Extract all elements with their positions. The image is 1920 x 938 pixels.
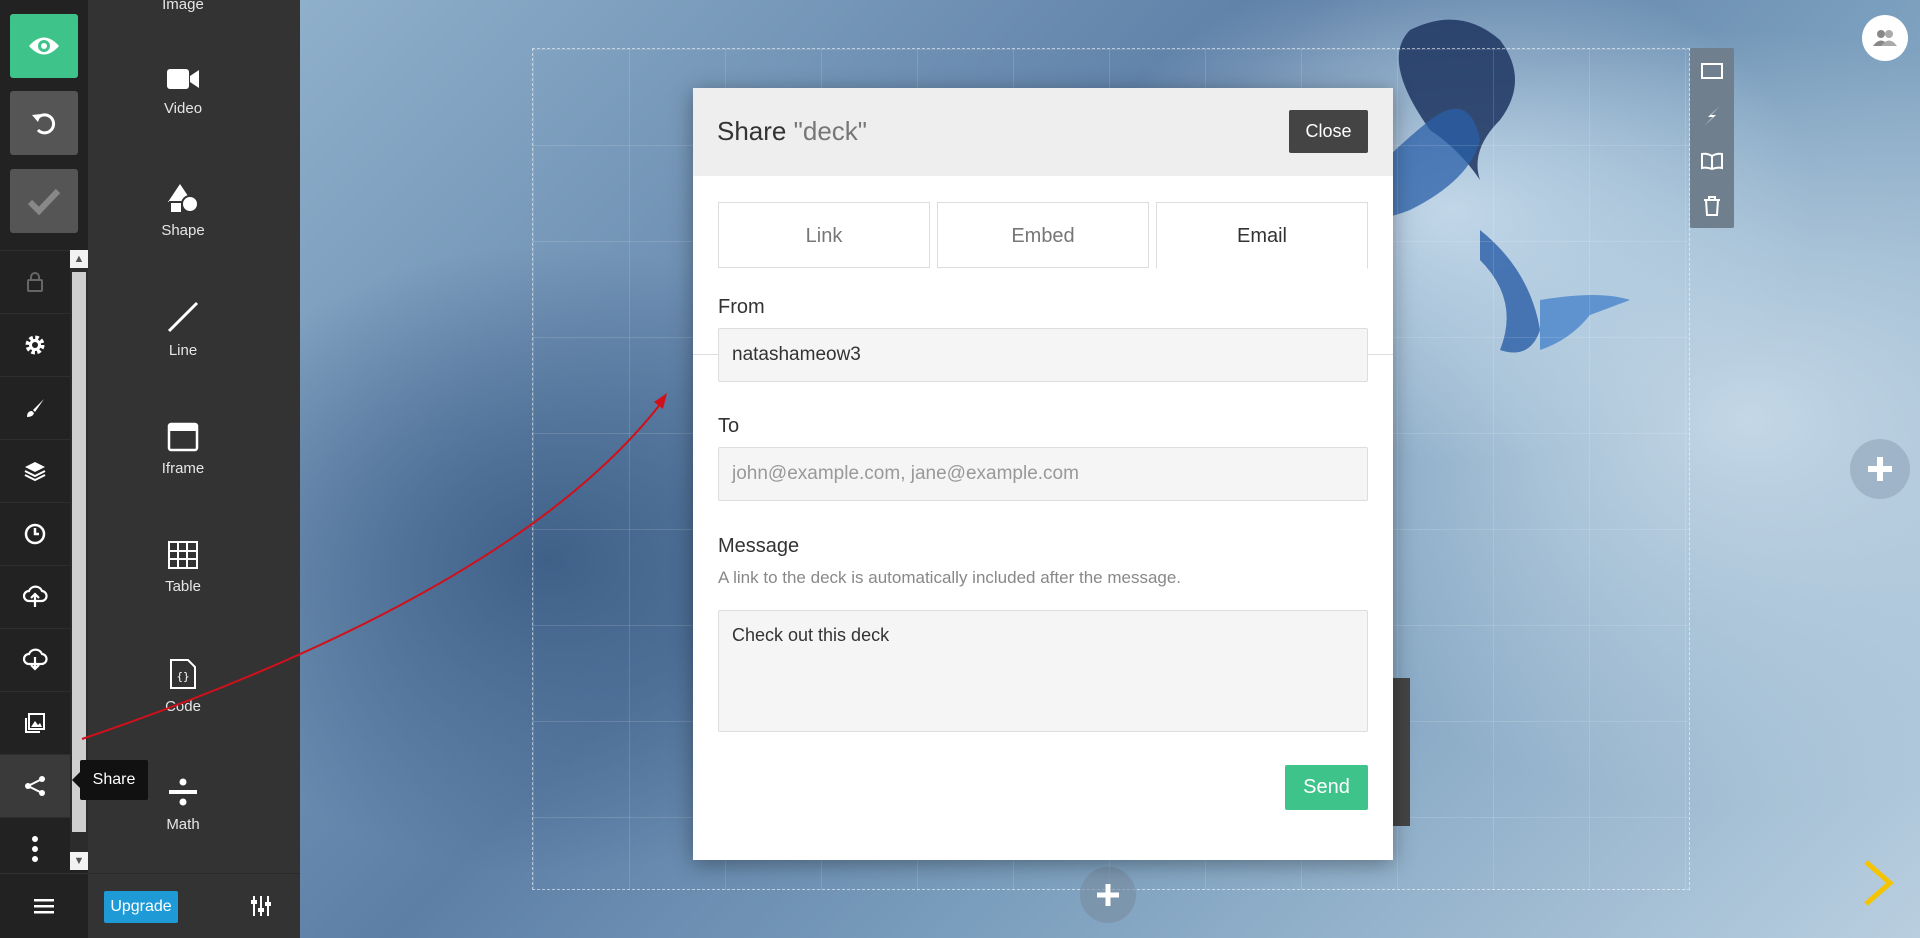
tab-embed[interactable]: Embed	[937, 202, 1149, 268]
scroll-down-arrow[interactable]: ▼	[70, 852, 88, 870]
to-field[interactable]: john@example.com, jane@example.com	[718, 447, 1368, 501]
media-button[interactable]	[0, 691, 70, 754]
paintbrush-icon	[27, 399, 44, 417]
export-button[interactable]	[0, 628, 70, 691]
book-icon	[1701, 152, 1723, 170]
undo-icon	[32, 113, 56, 135]
svg-text:{}: {}	[176, 670, 189, 683]
element-label: Shape	[161, 222, 205, 239]
video-icon	[167, 69, 199, 89]
modal-title: Share "deck"	[717, 116, 867, 147]
share-icon	[25, 776, 45, 796]
element-code[interactable]: {} Code	[88, 658, 278, 715]
line-icon	[167, 301, 199, 333]
modal-header: Share "deck" Close	[693, 88, 1393, 176]
element-video[interactable]: Video	[88, 66, 278, 117]
add-slide-below-button[interactable]	[1080, 867, 1136, 923]
message-label: Message	[718, 535, 800, 557]
share-modal: Share "deck" Close Link Embed Email From…	[693, 88, 1393, 860]
layers-icon	[24, 462, 46, 482]
element-label: Iframe	[161, 460, 205, 477]
revisions-button[interactable]	[0, 502, 70, 565]
shape-icon	[168, 184, 199, 214]
upgrade-button[interactable]: Upgrade	[104, 891, 178, 923]
trash-icon	[1704, 195, 1720, 216]
lock-icon	[27, 272, 43, 292]
scroll-up-arrow[interactable]: ▲	[70, 250, 88, 268]
sliders-icon	[251, 896, 271, 916]
tool-list	[0, 250, 70, 880]
lock-button[interactable]	[0, 250, 70, 313]
slide-animation-button[interactable]	[1690, 93, 1734, 138]
preview-button[interactable]	[10, 14, 78, 78]
sliders-button[interactable]	[250, 895, 272, 917]
share-tooltip: Share	[72, 760, 148, 800]
element-label: Video	[163, 100, 203, 117]
to-label: To	[718, 415, 740, 437]
chevron-right-icon	[1864, 860, 1894, 906]
vertical-dots-icon	[32, 836, 38, 862]
send-button[interactable]: Send	[1285, 765, 1368, 810]
element-label: Image	[162, 0, 204, 13]
element-label: Table	[165, 578, 201, 595]
settings-button[interactable]	[0, 313, 70, 376]
tab-email[interactable]: Email	[1156, 202, 1368, 269]
users-icon	[1873, 30, 1897, 46]
lightning-icon	[1704, 105, 1720, 126]
close-button[interactable]: Close	[1289, 110, 1368, 153]
save-button[interactable]	[10, 169, 78, 233]
element-label: Line	[168, 342, 198, 359]
element-image[interactable]: Image	[88, 0, 278, 13]
next-slide-button[interactable]	[1862, 860, 1894, 906]
speaker-notes-button[interactable]	[1690, 138, 1734, 183]
message-textarea[interactable]: Check out this deck	[718, 610, 1368, 732]
element-shape[interactable]: Shape	[88, 182, 278, 239]
code-icon: {}	[170, 659, 196, 689]
element-label: Code	[165, 698, 201, 715]
plus-icon	[1097, 884, 1119, 906]
modal-title-prefix: Share	[717, 116, 787, 146]
panel-footer: Upgrade	[88, 873, 300, 938]
import-button[interactable]	[0, 565, 70, 628]
gallery-icon	[25, 713, 45, 733]
message-hint: A link to the deck is automatically incl…	[718, 568, 1182, 587]
element-label: Math	[166, 816, 200, 833]
main-menu-button[interactable]	[0, 873, 88, 938]
element-line[interactable]: Line	[88, 300, 278, 359]
table-icon	[168, 541, 198, 569]
slide-toolbar	[1690, 48, 1734, 228]
plus-icon	[1868, 457, 1892, 481]
add-slide-right-button[interactable]	[1850, 439, 1910, 499]
hamburger-icon	[34, 899, 54, 914]
left-toolbar: ▲ ▼	[0, 0, 88, 938]
style-button[interactable]	[0, 376, 70, 439]
element-iframe[interactable]: Iframe	[88, 422, 278, 477]
more-options-button[interactable]	[0, 817, 70, 880]
iframe-icon	[167, 422, 199, 452]
undo-button[interactable]	[10, 91, 78, 155]
cloud-upload-icon	[22, 585, 48, 607]
clock-icon	[24, 523, 46, 545]
element-table[interactable]: Table	[88, 540, 278, 595]
layers-button[interactable]	[0, 439, 70, 502]
eye-icon	[29, 37, 59, 55]
math-icon	[169, 778, 197, 806]
tab-link[interactable]: Link	[718, 202, 930, 268]
collaboration-button[interactable]	[1862, 15, 1908, 61]
rectangle-icon	[1701, 62, 1723, 79]
checkmark-icon	[27, 188, 61, 215]
delete-slide-button[interactable]	[1690, 183, 1734, 228]
slide-background-button[interactable]	[1690, 48, 1734, 93]
share-button[interactable]	[0, 754, 70, 817]
modal-title-deck: "deck"	[793, 116, 868, 146]
gear-icon	[25, 335, 45, 355]
from-field[interactable]: natashameow3	[718, 328, 1368, 382]
scrollbar-thumb[interactable]	[72, 272, 86, 832]
cloud-download-icon	[22, 648, 48, 671]
elements-panel: Image Video Shape Line Iframe Table {} C…	[88, 0, 388, 873]
from-label: From	[718, 296, 765, 318]
